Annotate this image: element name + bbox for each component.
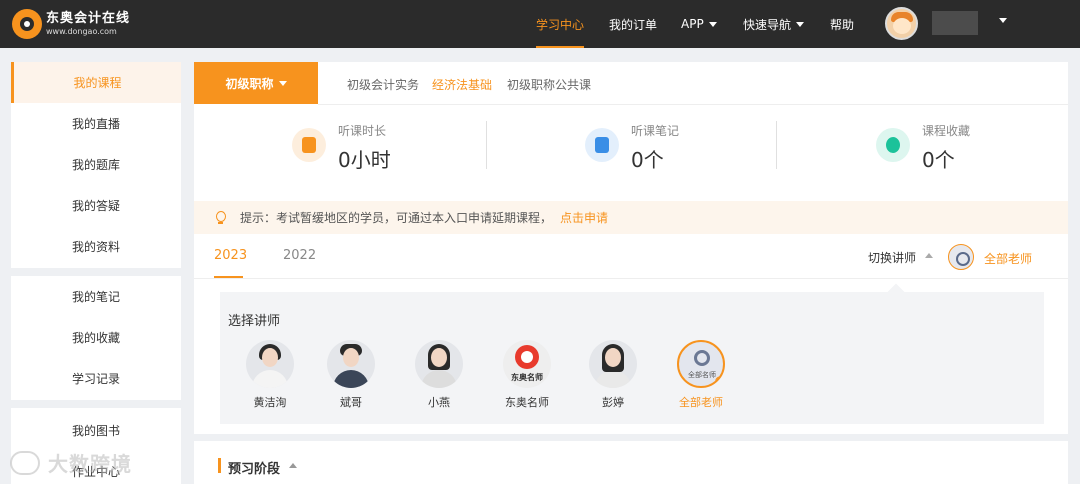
teacher-peng-ting[interactable]: 彭婷 — [583, 340, 643, 410]
top-nav-bar: 东奥会计在线 www.dongao.com 学习中心 我的订单 APP 快速导航… — [0, 0, 1080, 48]
sidebar-item-my-books[interactable]: 我的图书 — [11, 410, 181, 451]
sidebar-item-study-records[interactable]: 学习记录 — [11, 358, 181, 399]
teacher-huang-jiexun[interactable]: 黄洁洵 — [240, 340, 300, 410]
star-icon — [876, 128, 910, 162]
nav-study-center[interactable]: 学习中心 — [536, 0, 585, 48]
chevron-up-icon[interactable] — [925, 253, 933, 258]
collapse-chevron-icon[interactable] — [289, 463, 297, 468]
chevron-down-icon — [708, 21, 717, 27]
teacher-bin-ge[interactable]: 斌哥 — [321, 340, 381, 410]
divider — [194, 278, 1068, 279]
sidebar-item-my-live[interactable]: 我的直播 — [11, 103, 181, 144]
teacher-dongao-famous[interactable]: 东奥名师 东奥名师 — [497, 340, 557, 410]
logo-url: www.dongao.com — [46, 27, 117, 36]
apply-link[interactable]: 点击申请 — [560, 209, 608, 226]
stage-section: 预习阶段 — [194, 441, 1068, 484]
sidebar-item-my-courses[interactable]: 我的课程 — [11, 62, 181, 103]
tab-year-2022[interactable]: 2022 — [283, 248, 316, 263]
stat-label: 听课笔记 — [631, 124, 680, 138]
notice-text: 提示：考试暂缓地区的学员，可通过本入口申请延期课程， — [240, 211, 553, 225]
nav-help[interactable]: 帮助 — [830, 0, 854, 48]
watermark: 大数跨境 — [10, 448, 132, 477]
teacher-photo — [327, 340, 375, 388]
all-teachers-icon: 全部名师 ✓ — [677, 340, 725, 388]
teacher-xiao-yan[interactable]: 小燕 — [409, 340, 469, 410]
section-accent-bar — [218, 458, 221, 473]
stat-label: 课程收藏 — [922, 124, 971, 138]
teacher-name: 东奥名师 — [505, 396, 549, 409]
tab-public-course[interactable]: 初级职称公共课 — [507, 76, 591, 93]
stat-value: 0个 — [631, 148, 664, 172]
teacher-name: 斌哥 — [340, 396, 362, 409]
stat-value: 0个 — [922, 148, 955, 172]
level-dropdown-button[interactable]: 初级职称 — [194, 62, 318, 104]
dongao-logo[interactable]: 东奥会计在线 www.dongao.com — [12, 9, 130, 39]
dongao-brand-icon: 东奥名师 — [503, 340, 551, 388]
divider — [486, 121, 487, 169]
watermark-logo-icon — [10, 450, 40, 475]
teacher-name: 黄洁洵 — [253, 396, 287, 409]
sidebar-item-my-answers[interactable]: 我的答疑 — [11, 185, 181, 226]
stage-title: 预习阶段 — [228, 462, 281, 477]
teacher-picker: 选择讲师 黄洁洵 斌哥 小燕 东奥名师 东奥名师 彭婷 全部名师 ✓ 全部老师 — [220, 292, 1044, 424]
sidebar-item-my-notes[interactable]: 我的笔记 — [11, 276, 181, 317]
all-teachers-avatar[interactable] — [948, 244, 974, 270]
teacher-name: 彭婷 — [602, 396, 624, 409]
chevron-down-icon — [796, 21, 805, 27]
lightbulb-icon — [214, 210, 228, 225]
course-panel: 初级职称 初级会计实务 经济法基础 初级职称公共课 听课时长 0小时 听课笔记 … — [194, 62, 1068, 434]
sidebar-group-notes: 我的笔记 我的收藏 学习记录 — [11, 276, 181, 400]
tab-year-2023[interactable]: 2023 — [214, 248, 247, 263]
user-avatar[interactable] — [885, 7, 918, 40]
teacher-name: 全部老师 — [679, 396, 723, 409]
switch-teacher-toggle[interactable]: 切换讲师 — [868, 249, 916, 266]
teacher-name: 小燕 — [428, 396, 450, 409]
username-blurred[interactable] — [932, 11, 978, 35]
all-teachers-link[interactable]: 全部老师 — [984, 250, 1032, 267]
nav-app[interactable]: APP — [681, 0, 717, 48]
clock-icon — [292, 128, 326, 162]
tab-accounting-practice[interactable]: 初级会计实务 — [347, 76, 419, 93]
picker-title: 选择讲师 — [228, 314, 281, 329]
teacher-photo — [246, 340, 294, 388]
notes-icon — [585, 128, 619, 162]
check-icon: ✓ — [715, 376, 723, 386]
divider — [776, 121, 777, 169]
user-menu-chevron-icon[interactable] — [999, 18, 1007, 23]
stat-label: 听课时长 — [338, 124, 387, 138]
divider — [318, 104, 1068, 105]
sidebar-item-my-favorites[interactable]: 我的收藏 — [11, 317, 181, 358]
logo-icon — [12, 9, 42, 39]
sidebar-item-question-bank[interactable]: 我的题库 — [11, 144, 181, 185]
sidebar-item-my-materials[interactable]: 我的资料 — [11, 226, 181, 267]
nav-my-orders[interactable]: 我的订单 — [609, 0, 657, 48]
stat-value: 0小时 — [338, 148, 391, 172]
logo-name: 东奥会计在线 — [46, 11, 131, 26]
tab-economic-law[interactable]: 经济法基础 — [432, 76, 492, 93]
nav-quick-nav[interactable]: 快速导航 — [743, 0, 805, 48]
teacher-all[interactable]: 全部名师 ✓ 全部老师 — [671, 340, 731, 410]
chevron-down-icon — [278, 80, 287, 86]
notice-bar: 提示：考试暂缓地区的学员，可通过本入口申请延期课程， 点击申请 — [194, 201, 1068, 234]
teacher-photo — [415, 340, 463, 388]
sidebar-group-main: 我的课程 我的直播 我的题库 我的答疑 我的资料 — [11, 62, 181, 268]
teacher-photo — [589, 340, 637, 388]
